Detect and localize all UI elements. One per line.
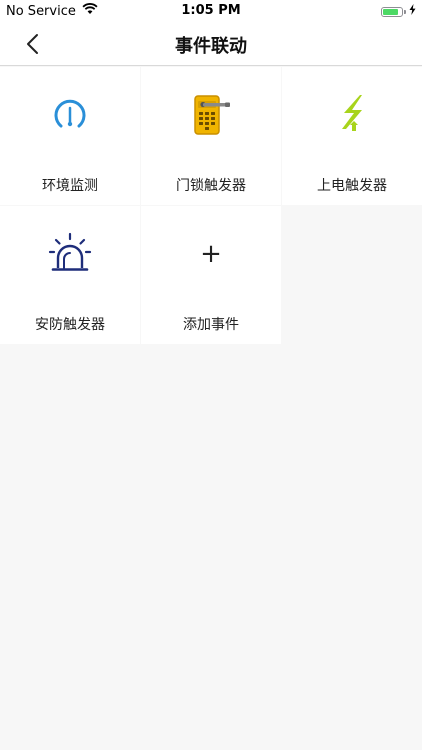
tile-icon-wrap xyxy=(282,91,422,139)
tile-icon-wrap xyxy=(141,91,281,139)
tile-label: 添加事件 xyxy=(183,317,239,333)
door-lock-icon xyxy=(194,95,230,135)
gauge-icon xyxy=(54,99,86,128)
plus-icon: + xyxy=(200,239,222,269)
battery-fill xyxy=(383,8,399,15)
tile-label: 上电触发器 xyxy=(317,178,387,194)
alarm-light-icon xyxy=(48,232,92,271)
page-title: 事件联动 xyxy=(175,36,247,57)
charging-bolt-icon xyxy=(409,4,416,19)
tile-label: 安防触发器 xyxy=(35,317,105,333)
tile-add-event[interactable]: + 添加事件 xyxy=(141,206,281,344)
lightning-icon xyxy=(342,95,362,131)
status-bar: No Service 1:05 PM xyxy=(0,0,422,22)
tile-door-lock-trigger[interactable]: 门锁触发器 xyxy=(141,67,281,205)
tile-icon-wrap: + xyxy=(141,230,281,278)
status-time: 1:05 PM xyxy=(181,3,241,18)
tile-icon-wrap xyxy=(0,230,140,278)
tile-label: 环境监测 xyxy=(42,178,98,194)
tile-label: 门锁触发器 xyxy=(176,178,246,194)
battery-icon xyxy=(381,6,403,17)
tile-security-trigger[interactable]: 安防触发器 xyxy=(0,206,140,344)
tile-power-on-trigger[interactable]: 上电触发器 xyxy=(282,67,422,205)
tile-environment-monitor[interactable]: 环境监测 xyxy=(0,67,140,205)
battery-tip xyxy=(404,9,406,14)
tile-icon-wrap xyxy=(0,91,140,139)
nav-bar: 事件联动 xyxy=(0,22,422,66)
status-right xyxy=(381,4,416,19)
